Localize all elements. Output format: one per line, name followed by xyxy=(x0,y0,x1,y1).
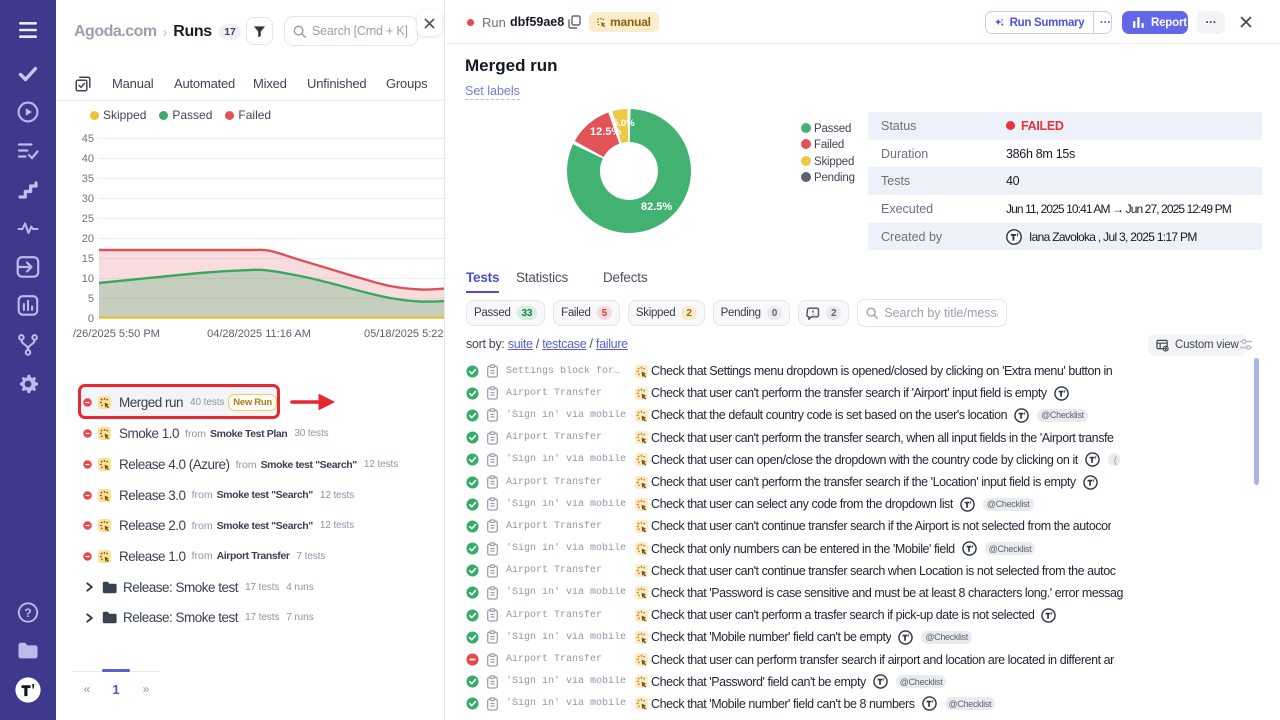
svg-text:25: 25 xyxy=(82,213,94,225)
svg-text:82.5%: 82.5% xyxy=(641,201,672,213)
svg-text:35: 35 xyxy=(82,173,94,185)
svg-text:15: 15 xyxy=(82,253,94,265)
svg-text:05/18/2025 5:22: 05/18/2025 5:22 xyxy=(364,328,444,340)
svg-text:45: 45 xyxy=(82,133,94,145)
svg-text:?: ? xyxy=(24,606,31,620)
svg-text:30: 30 xyxy=(82,193,94,205)
svg-text:10: 10 xyxy=(82,273,94,285)
svg-text:04/28/2025 11:16 AM: 04/28/2025 11:16 AM xyxy=(207,328,311,340)
svg-text:5: 5 xyxy=(88,293,94,305)
svg-text:20: 20 xyxy=(82,233,94,245)
svg-text:40: 40 xyxy=(82,153,94,165)
svg-text:/26/2025 5:50 PM: /26/2025 5:50 PM xyxy=(73,328,160,340)
svg-text:0: 0 xyxy=(88,313,94,325)
svg-text:5.0%: 5.0% xyxy=(613,118,635,129)
